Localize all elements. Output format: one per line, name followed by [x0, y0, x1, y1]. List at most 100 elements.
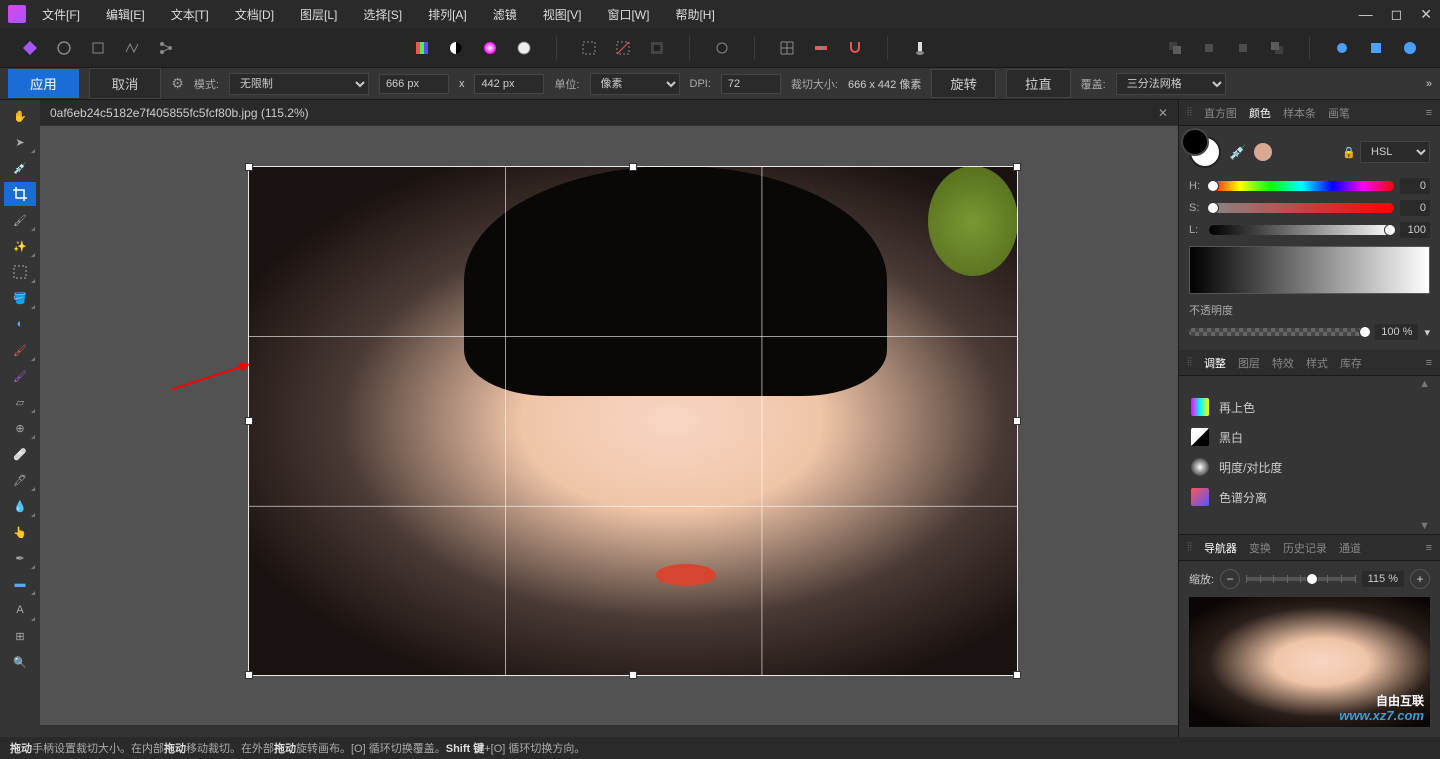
persona-develop-icon[interactable] [84, 34, 112, 62]
menu-layer[interactable]: 图层[L] [296, 2, 341, 27]
crop-tool[interactable] [4, 182, 36, 206]
autolevels-icon[interactable] [408, 34, 436, 62]
menu-window[interactable]: 窗口[W] [603, 2, 653, 27]
arrange-backward-icon[interactable] [1195, 34, 1223, 62]
quickmask-icon[interactable] [708, 34, 736, 62]
crop-handle-tl[interactable] [245, 163, 253, 171]
opacity-slider[interactable] [1189, 328, 1369, 336]
color-gradient-preview[interactable] [1189, 246, 1430, 294]
straighten-button[interactable]: 拉直 [1006, 69, 1071, 98]
mesh-tool[interactable]: ⊞ [4, 624, 36, 648]
tab-stock[interactable]: 库存 [1340, 355, 1362, 371]
navigator-preview[interactable]: 自由互联 www.xz7.com [1189, 597, 1430, 727]
lock-icon[interactable]: 🔒 [1342, 146, 1356, 159]
arrange-front-icon[interactable] [1263, 34, 1291, 62]
adjust-posterize[interactable]: 色谱分离 [1179, 482, 1440, 512]
adjust-brightness[interactable]: 明度/对比度 [1179, 452, 1440, 482]
subtract-shape-icon[interactable] [1362, 34, 1390, 62]
rectangle-tool[interactable]: ▬ [4, 572, 36, 596]
more-icon[interactable]: » [1426, 78, 1432, 90]
persona-photo-icon[interactable] [16, 34, 44, 62]
clone-tool[interactable]: ⊕ [4, 416, 36, 440]
crop-handle-bl[interactable] [245, 671, 253, 679]
persona-export-icon[interactable] [152, 34, 180, 62]
magic-wand-tool[interactable]: ✨ [4, 234, 36, 258]
erase-tool[interactable]: ▱ [4, 390, 36, 414]
tab-navigator[interactable]: 导航器 [1204, 540, 1237, 556]
scroll-down-icon[interactable]: ▼ [1179, 518, 1440, 534]
menu-text[interactable]: 文本[T] [167, 2, 213, 27]
crop-handle-tm[interactable] [629, 163, 637, 171]
hand-tool[interactable]: ✋ [4, 104, 36, 128]
add-shape-icon[interactable] [1328, 34, 1356, 62]
horizontal-scrollbar[interactable] [40, 725, 1178, 737]
selection-rect-icon[interactable] [575, 34, 603, 62]
pixel-grid-icon[interactable] [807, 34, 835, 62]
menu-file[interactable]: 文件[F] [38, 2, 84, 27]
tab-styles[interactable]: 样式 [1306, 355, 1328, 371]
cancel-button[interactable]: 取消 [89, 68, 162, 99]
minimize-button[interactable]: — [1359, 6, 1373, 23]
autocontrast-icon[interactable] [442, 34, 470, 62]
canvas-viewport[interactable] [40, 126, 1178, 737]
color-picker-tool[interactable]: 💉 [4, 156, 36, 180]
arrange-forward-icon[interactable] [1229, 34, 1257, 62]
panel-menu-icon[interactable]: ≡ [1426, 357, 1432, 369]
dpi-input[interactable] [721, 74, 781, 94]
grid-icon[interactable] [773, 34, 801, 62]
crop-handle-br[interactable] [1013, 671, 1021, 679]
intersect-shape-icon[interactable] [1396, 34, 1424, 62]
overlay-select[interactable]: 三分法网格 [1116, 73, 1226, 95]
maximize-button[interactable]: ◻ [1391, 6, 1403, 23]
panel-menu-icon[interactable]: ≡ [1426, 107, 1432, 119]
hue-value[interactable]: 0 [1400, 178, 1430, 194]
close-tab-icon[interactable]: ✕ [1158, 106, 1168, 120]
move-tool[interactable]: ➤ [4, 130, 36, 154]
tab-histogram[interactable]: 直方图 [1204, 105, 1237, 121]
zoom-in-button[interactable]: + [1410, 569, 1430, 589]
tab-color[interactable]: 颜色 [1249, 105, 1271, 121]
marquee-tool[interactable] [4, 260, 36, 284]
sat-value[interactable]: 0 [1400, 200, 1430, 216]
snap-icon[interactable] [841, 34, 869, 62]
tab-channels[interactable]: 通道 [1339, 540, 1361, 556]
persona-liquify-icon[interactable] [50, 34, 78, 62]
autocolor-icon[interactable] [476, 34, 504, 62]
selection-brush-tool[interactable]: 🖌 [4, 208, 36, 232]
menu-edit[interactable]: 编辑[E] [102, 2, 149, 27]
eyedropper-icon[interactable]: 💉 [1229, 144, 1246, 161]
smudge-tool[interactable]: 👆 [4, 520, 36, 544]
height-input[interactable] [474, 74, 544, 94]
unit-select[interactable]: 像素 [590, 73, 680, 95]
lit-value[interactable]: 100 [1400, 222, 1430, 238]
gear-icon[interactable]: ⚙ [171, 75, 184, 92]
tab-swatches[interactable]: 样本条 [1283, 105, 1316, 121]
tab-adjustments[interactable]: 调整 [1204, 355, 1226, 371]
rotate-button[interactable]: 旋转 [931, 69, 996, 98]
selection-deselect-icon[interactable] [609, 34, 637, 62]
crop-frame[interactable] [248, 166, 1018, 676]
tab-layers[interactable]: 图层 [1238, 355, 1260, 371]
gradient-tool[interactable]: ◐ [4, 312, 36, 336]
apply-button[interactable]: 应用 [8, 69, 79, 98]
width-input[interactable] [379, 74, 449, 94]
inpaint-tool[interactable]: 🩹 [4, 442, 36, 466]
opacity-dropdown-icon[interactable]: ▾ [1424, 326, 1430, 339]
arrange-back-icon[interactable] [1161, 34, 1189, 62]
zoom-out-button[interactable]: − [1220, 569, 1240, 589]
close-button[interactable]: ✕ [1420, 6, 1432, 23]
foreground-color-swatch[interactable] [1189, 136, 1221, 168]
selection-invert-icon[interactable] [643, 34, 671, 62]
autowhite-icon[interactable] [510, 34, 538, 62]
flood-fill-tool[interactable]: 🪣 [4, 286, 36, 310]
crop-handle-ml[interactable] [245, 417, 253, 425]
zoom-tool[interactable]: 🔍 [4, 650, 36, 674]
adjust-recolor[interactable]: 再上色 [1179, 392, 1440, 422]
tab-transform[interactable]: 变换 [1249, 540, 1271, 556]
assistant-icon[interactable] [906, 34, 934, 62]
menu-select[interactable]: 选择[S] [359, 2, 406, 27]
crop-handle-tr[interactable] [1013, 163, 1021, 171]
zoom-value[interactable]: 115 % [1362, 571, 1404, 587]
panel-menu-icon[interactable]: ≡ [1426, 542, 1432, 554]
zoom-slider[interactable] [1246, 577, 1356, 581]
